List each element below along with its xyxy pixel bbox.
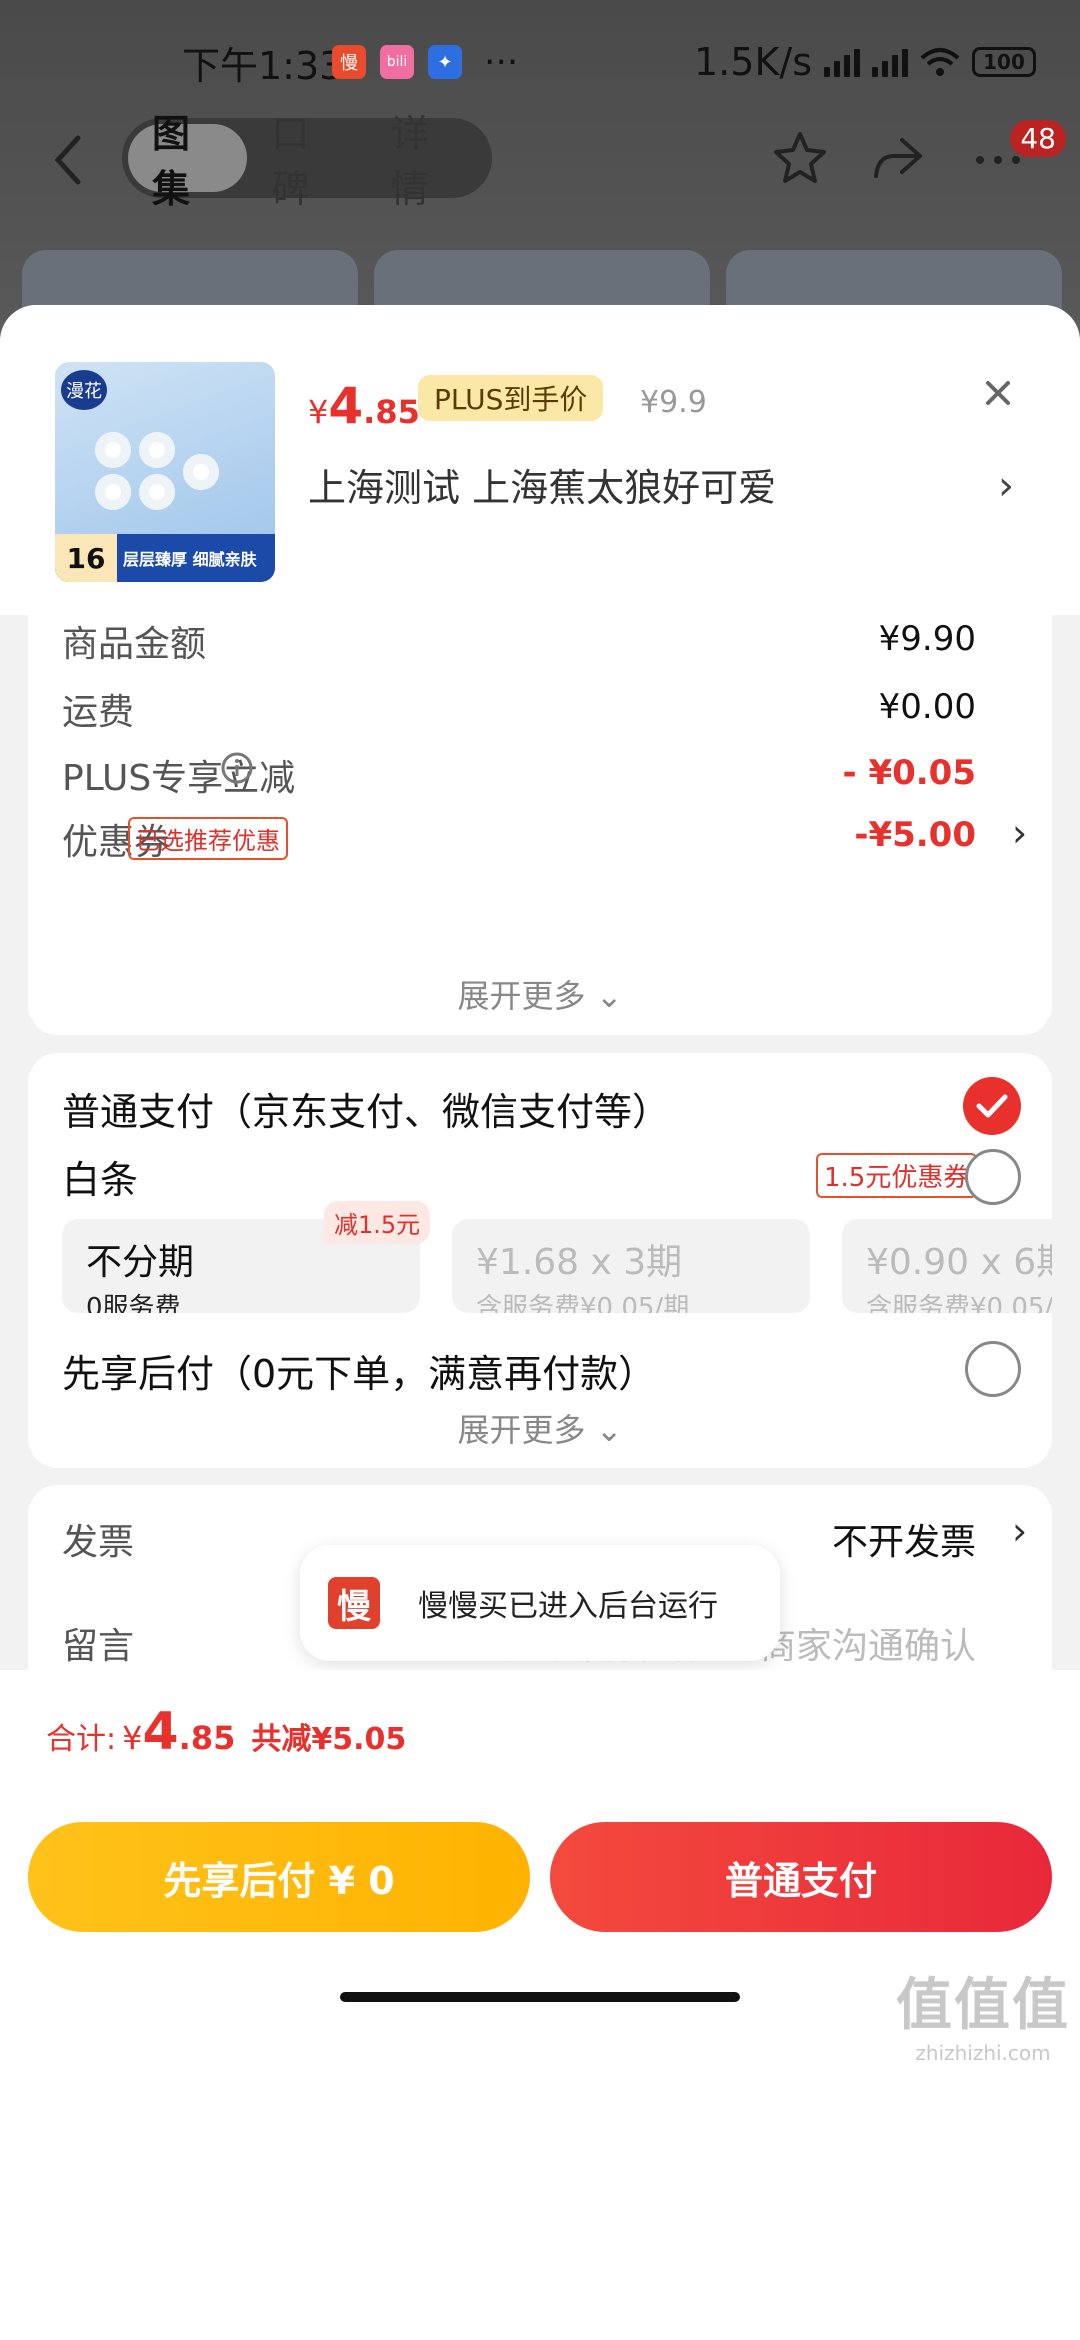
- coupon-value[interactable]: -¥5.00: [854, 815, 976, 855]
- installment-fee: 含服务费¥0.05/期: [476, 1293, 690, 1313]
- total-summary: 合计: ¥ 4 .85 共减¥5.05: [46, 1702, 406, 1762]
- total-integer: 4: [142, 1702, 179, 1762]
- status-app-icons: 慢 bili ✦ ···: [332, 30, 518, 94]
- installment-3[interactable]: ¥1.68 x 3期 含服务费¥0.05/期: [452, 1219, 810, 1313]
- checkout-sheet: 漫花 16 层层臻厚 细腻亲肤 ¥ 4 .85 PLUS到手价 ¥9.9 上海测…: [0, 305, 1080, 2340]
- manmanmai-app-icon: 慢: [328, 1577, 380, 1629]
- installment-fee: 含服务费¥0.05/期: [866, 1293, 1052, 1313]
- shipping-fee-label: 运费: [62, 692, 135, 733]
- normal-payment-option[interactable]: 普通支付（京东支付、微信支付等）: [62, 1081, 670, 1136]
- pay-later-radio[interactable]: [965, 1341, 1021, 1397]
- invoice-label: 发票: [62, 1522, 135, 1563]
- site-watermark: 值值值 zhizhizhi.com: [896, 1960, 1070, 2065]
- baitiao-coupon-tag: 1.5元优惠券: [816, 1153, 978, 1198]
- installment-6[interactable]: ¥0.90 x 6期 含服务费¥0.05/期: [842, 1219, 1052, 1313]
- chevron-right-icon[interactable]: ›: [998, 463, 1014, 509]
- share-icon[interactable]: [868, 128, 928, 188]
- final-price: ¥ 4 .85: [308, 377, 420, 435]
- net-speed: 1.5K/s: [694, 40, 812, 84]
- total-reduction: 共减¥5.05: [251, 1722, 407, 1757]
- goods-amount-label: 商品金额: [62, 624, 207, 665]
- installment-options: 不分期 0服务费 ¥1.68 x 3期 含服务费¥0.05/期 ¥0.90 x …: [62, 1219, 1052, 1313]
- price-decimal: .85: [363, 393, 420, 431]
- bilibili-app-icon: bili: [380, 45, 414, 79]
- shipping-address[interactable]: 上海测试 上海蕉太狼好可爱: [308, 457, 776, 512]
- thumbnail-banner: 16 层层臻厚 细腻亲肤: [55, 534, 275, 582]
- original-price: ¥9.9: [640, 385, 707, 420]
- watermark-logo: 值值值: [896, 1973, 1070, 2038]
- installment-reduce-tag: 减1.5元: [324, 1201, 431, 1244]
- product-thumbnail[interactable]: 漫花 16 层层臻厚 细腻亲肤: [55, 362, 275, 582]
- baitiao-option[interactable]: 白条: [62, 1149, 138, 1204]
- shipping-fee-value: ¥0.00: [878, 687, 976, 727]
- status-time: 下午1:33: [182, 43, 344, 88]
- info-icon[interactable]: [220, 751, 254, 785]
- chevron-down-icon: ⌄: [595, 1411, 623, 1449]
- background-product-page: 下午1:33 慢 bili ✦ ··· 1.5K/s 100 图集 口碑 详情 …: [0, 0, 1080, 320]
- message-label: 留言: [62, 1626, 135, 1667]
- invoice-value[interactable]: 不开发票: [832, 1513, 976, 1565]
- tab-reviews[interactable]: 口碑: [247, 112, 366, 211]
- toast-text: 慢慢买已进入后台运行: [418, 1589, 718, 1624]
- normal-pay-button[interactable]: 普通支付: [550, 1822, 1052, 1932]
- tab-gallery[interactable]: 图集: [128, 112, 248, 211]
- chevron-right-icon[interactable]: ›: [1012, 811, 1027, 855]
- amount-breakdown-card: 商品金额 ¥9.90 运费 ¥0.00 PLUS专享立减 - ¥0.05 优惠券…: [28, 615, 1052, 1035]
- expand-more-button[interactable]: 展开更多 ⌄: [28, 1405, 1052, 1451]
- signal-2-icon: [872, 47, 908, 77]
- blue-app-icon: ✦: [428, 45, 462, 79]
- pay-later-button[interactable]: 先享后付 ¥ 0: [28, 1822, 530, 1932]
- payment-methods-card: 普通支付（京东支付、微信支付等） 白条 1.5元优惠券 不分期 0服务费 ¥1.…: [28, 1053, 1052, 1468]
- watermark-url: zhizhizhi.com: [915, 2041, 1051, 2065]
- checkout-footer: 合计: ¥ 4 .85 共减¥5.05 先享后付 ¥ 0 普通支付 值值值 zh…: [0, 1670, 1080, 2340]
- wifi-icon: [920, 48, 960, 76]
- price-symbol: ¥: [308, 393, 329, 431]
- installment-title: ¥0.90 x 6期: [866, 1242, 1052, 1283]
- installment-fee: 0服务费: [86, 1293, 181, 1313]
- status-right: 1.5K/s 100: [694, 30, 1036, 94]
- total-decimal: .85: [178, 1719, 236, 1757]
- signal-icon: [824, 47, 860, 77]
- expand-more-button[interactable]: 展开更多 ⌄: [28, 971, 1052, 1017]
- more-notifications-icon: ···: [484, 41, 519, 83]
- expand-more-label: 展开更多: [457, 1411, 586, 1449]
- plus-price-badge: PLUS到手价: [418, 375, 604, 421]
- back-arrow-icon[interactable]: [48, 130, 88, 190]
- checkmark-selected-icon[interactable]: [963, 1077, 1021, 1135]
- sheet-header: 漫花 16 层层臻厚 细腻亲肤 ¥ 4 .85 PLUS到手价 ¥9.9 上海测…: [0, 305, 1080, 615]
- plus-discount-label: PLUS专享立减: [62, 758, 296, 799]
- goods-amount-value: ¥9.90: [878, 619, 976, 659]
- favorite-star-icon[interactable]: [770, 128, 830, 188]
- baitiao-radio[interactable]: [965, 1149, 1021, 1205]
- plus-discount-value: - ¥0.05: [842, 753, 977, 793]
- manmanmai-app-icon: 慢: [332, 45, 366, 79]
- expand-more-label: 展开更多: [457, 977, 586, 1015]
- battery-icon: 100: [972, 47, 1036, 77]
- installment-title: ¥1.68 x 3期: [476, 1242, 683, 1283]
- tab-details[interactable]: 详情: [367, 112, 486, 211]
- gallery-tabs: 图集 口碑 详情: [122, 112, 492, 211]
- total-label: 合计:: [46, 1722, 117, 1757]
- coupon-recommended-tag: 已选推荐优惠: [128, 817, 288, 860]
- total-symbol: ¥: [122, 1719, 143, 1757]
- home-indicator[interactable]: [340, 1992, 740, 2002]
- thumbnail-slogan: 层层臻厚 细腻亲肤: [123, 550, 257, 569]
- pay-later-option[interactable]: 先享后付（0元下单，满意再付款）: [62, 1343, 656, 1398]
- chevron-down-icon: ⌄: [595, 977, 623, 1015]
- close-icon[interactable]: [978, 373, 1018, 413]
- chevron-right-icon[interactable]: ›: [1012, 1509, 1027, 1553]
- price-integer: 4: [328, 377, 364, 435]
- message-count-badge: 48: [1010, 120, 1066, 157]
- roll-count: 16: [55, 534, 117, 582]
- toast-notification: 慢 慢慢买已进入后台运行: [300, 1545, 780, 1661]
- brand-logo: 漫花: [61, 370, 107, 410]
